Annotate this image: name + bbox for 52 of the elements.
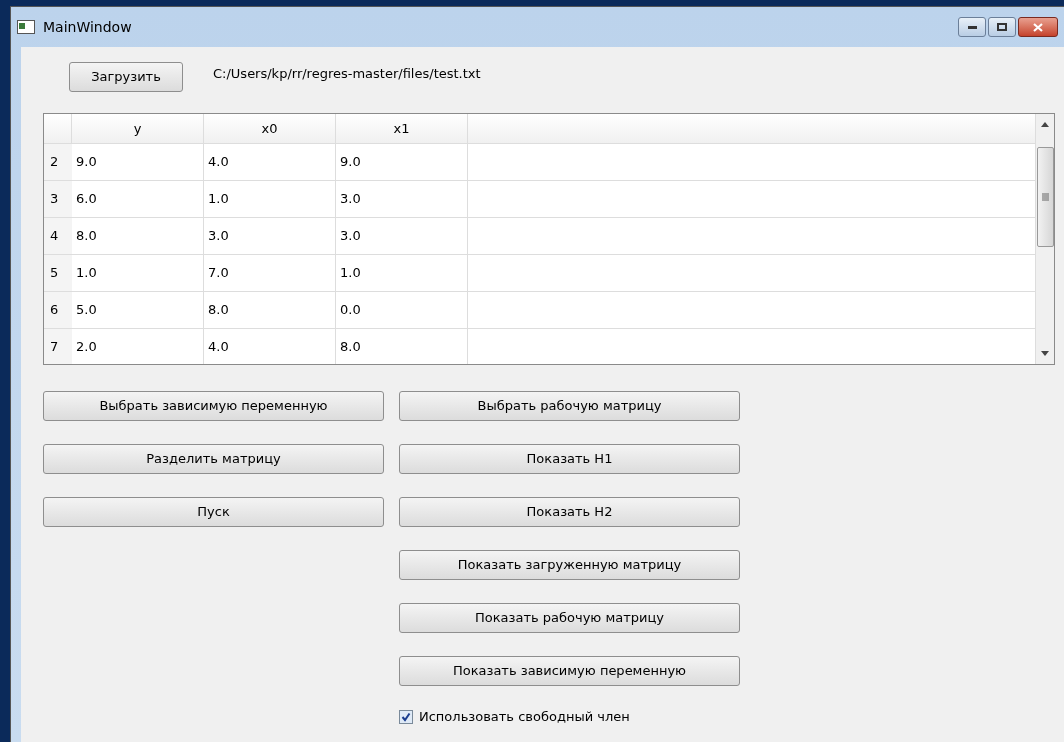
- table-cell: 8.0: [336, 329, 468, 364]
- scrollbar[interactable]: [1035, 114, 1054, 364]
- maximize-button[interactable]: [988, 17, 1016, 37]
- checkbox-label: Использовать свободный член: [419, 708, 630, 726]
- table-cell: 6.0: [72, 181, 204, 217]
- action-button[interactable]: Показать H1: [399, 444, 740, 474]
- window-title: MainWindow: [43, 17, 132, 37]
- row-header[interactable]: 5: [44, 255, 72, 291]
- action-button[interactable]: Выбрать рабочую матрицу: [399, 391, 740, 421]
- table-cell: 1.0: [336, 255, 468, 291]
- row-header[interactable]: 4: [44, 218, 72, 254]
- column-header[interactable]: y: [72, 114, 204, 143]
- table-cell: 9.0: [72, 144, 204, 180]
- window-icon: [17, 20, 35, 34]
- table-cell: 9.0: [336, 144, 468, 180]
- action-button[interactable]: Показать рабочую матрицу: [399, 603, 740, 633]
- row-header[interactable]: 7: [44, 329, 72, 364]
- row-header[interactable]: 2: [44, 144, 72, 180]
- scroll-up-icon[interactable]: [1041, 122, 1049, 127]
- action-button[interactable]: Выбрать зависимую переменную: [43, 391, 384, 421]
- table-cell: 3.0: [336, 181, 468, 217]
- file-path: C:/Users/kp/rr/regres-master/files/test.txt: [213, 65, 481, 84]
- close-button[interactable]: [1018, 17, 1058, 37]
- action-button[interactable]: Показать загруженную матрицу: [399, 550, 740, 580]
- minimize-button[interactable]: [958, 17, 986, 37]
- table-cell: 8.0: [72, 218, 204, 254]
- table-cell: 1.0: [72, 255, 204, 291]
- table-cell: 8.0: [204, 292, 336, 328]
- table-cell: 7.0: [204, 255, 336, 291]
- table-cell: 0.0: [336, 292, 468, 328]
- table-cell: 4.0: [204, 329, 336, 364]
- table-cell: 3.0: [336, 218, 468, 254]
- load-button[interactable]: Загрузить: [69, 62, 183, 92]
- table-cell: 3.0: [204, 218, 336, 254]
- close-icon: [1033, 22, 1043, 32]
- column-header[interactable]: x1: [336, 114, 468, 143]
- row-header[interactable]: 3: [44, 181, 72, 217]
- scroll-thumb[interactable]: [1036, 147, 1054, 247]
- action-button[interactable]: Пуск: [43, 497, 384, 527]
- table-cell: 5.0: [72, 292, 204, 328]
- table-cell: 4.0: [204, 144, 336, 180]
- table-cell: 2.0: [72, 329, 204, 364]
- column-header[interactable]: x0: [204, 114, 336, 143]
- action-button[interactable]: Показать H2: [399, 497, 740, 527]
- row-header[interactable]: 6: [44, 292, 72, 328]
- check-icon: [401, 711, 411, 722]
- action-button[interactable]: Показать зависимую переменную: [399, 656, 740, 686]
- grip-icon: [1041, 193, 1049, 201]
- table-cell: 1.0: [204, 181, 336, 217]
- scroll-down-icon[interactable]: [1041, 351, 1049, 356]
- action-button[interactable]: Разделить матрицу: [43, 444, 384, 474]
- checkbox[interactable]: [399, 709, 413, 724]
